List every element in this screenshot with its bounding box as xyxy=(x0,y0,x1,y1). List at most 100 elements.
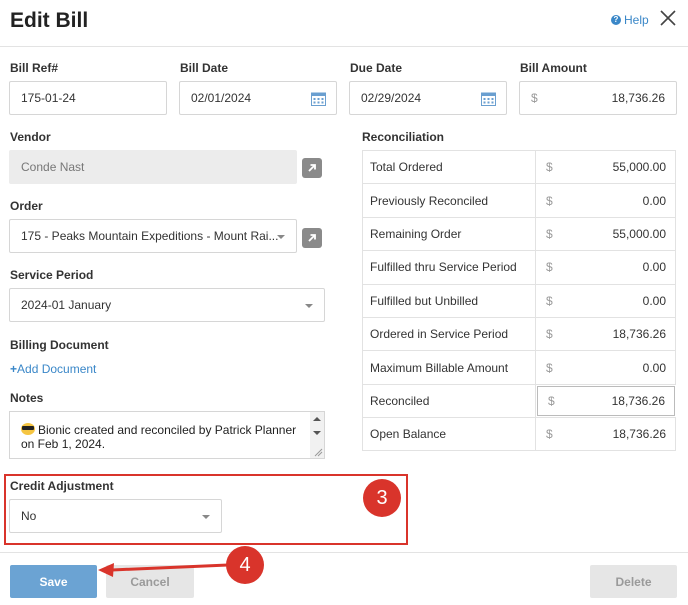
close-button[interactable] xyxy=(658,8,678,28)
sunglasses-emoji-icon xyxy=(21,423,35,435)
recon-label: Fulfilled but Unbilled xyxy=(362,284,536,317)
step-badge-4: 4 xyxy=(226,546,264,584)
page-title: Edit Bill xyxy=(10,9,89,32)
vendor-field: Conde Nast xyxy=(9,150,297,184)
bill-date-label: Bill Date xyxy=(180,61,229,75)
currency-symbol: $ xyxy=(531,91,538,105)
currency-symbol: $ xyxy=(546,260,553,275)
order-label: Order xyxy=(10,199,43,213)
table-row: Total Ordered $55,000.00 xyxy=(362,150,676,184)
recon-value: 18,736.26 xyxy=(611,393,665,408)
recon-value-cell: $18,736.26 xyxy=(536,317,676,351)
recon-value-cell: $0.00 xyxy=(536,251,676,284)
close-icon xyxy=(660,10,676,26)
external-link-icon xyxy=(308,164,316,172)
bill-ref-input[interactable]: 175-01-24 xyxy=(9,81,167,115)
recon-label: Maximum Billable Amount xyxy=(362,351,536,384)
bill-ref-label: Bill Ref# xyxy=(10,61,59,75)
currency-symbol: $ xyxy=(546,327,553,342)
add-document-link[interactable]: +Add Document xyxy=(10,362,96,376)
service-period-select[interactable]: 2024-01 January xyxy=(9,288,325,322)
bill-amount-value: 18,736.26 xyxy=(611,91,665,105)
calendar-icon[interactable] xyxy=(311,91,326,106)
table-row: Maximum Billable Amount $0.00 xyxy=(362,350,676,384)
recon-value: 18,736.26 xyxy=(612,327,666,342)
recon-value-cell: $18,736.26 xyxy=(536,418,676,450)
currency-symbol: $ xyxy=(546,426,553,441)
billing-document-label: Billing Document xyxy=(10,338,109,352)
notes-value: Bionic created and reconciled by Patrick… xyxy=(21,423,297,451)
due-date-label: Due Date xyxy=(350,61,403,75)
help-icon: ? xyxy=(611,15,621,25)
due-date-value: 02/29/2024 xyxy=(361,91,422,105)
currency-symbol: $ xyxy=(546,160,553,175)
vendor-label: Vendor xyxy=(10,130,51,144)
help-link[interactable]: ? Help xyxy=(611,13,649,27)
currency-symbol: $ xyxy=(546,226,553,241)
step-badge-3: 3 xyxy=(363,479,401,517)
currency-symbol: $ xyxy=(546,293,553,308)
service-period-label: Service Period xyxy=(10,268,94,282)
table-row: Remaining Order $55,000.00 xyxy=(362,216,676,251)
recon-label: Fulfilled thru Service Period xyxy=(362,251,536,284)
footer-divider xyxy=(0,552,688,553)
external-link-icon xyxy=(308,234,316,242)
resize-handle-icon[interactable] xyxy=(313,447,323,457)
currency-symbol: $ xyxy=(548,393,555,408)
header-divider xyxy=(0,46,688,47)
bill-date-input[interactable]: 02/01/2024 xyxy=(179,81,337,115)
notes-label: Notes xyxy=(10,391,44,405)
recon-value: 0.00 xyxy=(642,293,666,308)
order-select[interactable]: 175 - Peaks Mountain Expeditions - Mount… xyxy=(9,219,297,253)
recon-label: Remaining Order xyxy=(362,217,536,251)
help-label: Help xyxy=(624,13,649,27)
scroll-up-icon[interactable] xyxy=(313,417,321,421)
recon-value: 55,000.00 xyxy=(612,160,666,175)
recon-label: Total Ordered xyxy=(362,151,536,184)
reconciliation-table: Total Ordered $55,000.00 Previously Reco… xyxy=(362,150,676,451)
recon-value: 0.00 xyxy=(642,260,666,275)
service-period-value: 2024-01 January xyxy=(21,298,112,312)
currency-symbol: $ xyxy=(546,360,553,375)
recon-value: 55,000.00 xyxy=(612,226,666,241)
scroll-down-icon[interactable] xyxy=(313,431,321,435)
currency-symbol: $ xyxy=(546,193,553,208)
recon-label: Open Balance xyxy=(362,418,536,450)
calendar-icon[interactable] xyxy=(481,91,496,106)
bill-ref-value: 175-01-24 xyxy=(21,91,76,105)
annotation-highlight-box xyxy=(4,474,408,545)
vendor-open-button[interactable] xyxy=(302,158,322,178)
recon-value-cell: $55,000.00 xyxy=(536,217,676,251)
reconciled-input[interactable]: $18,736.26 xyxy=(537,385,675,417)
table-row: Fulfilled but Unbilled $0.00 xyxy=(362,283,676,317)
recon-value-cell: $0.00 xyxy=(536,184,676,217)
save-button[interactable]: Save xyxy=(10,565,97,598)
plus-icon: + xyxy=(10,362,18,376)
reconciliation-title: Reconciliation xyxy=(362,130,445,144)
arrow-icon xyxy=(98,563,229,577)
table-row: Reconciled $18,736.26 xyxy=(362,383,676,418)
bill-date-value: 02/01/2024 xyxy=(191,91,252,105)
recon-value: 18,736.26 xyxy=(612,426,666,441)
delete-button[interactable]: Delete xyxy=(590,565,677,598)
recon-value: 0.00 xyxy=(642,193,666,208)
order-value: 175 - Peaks Mountain Expeditions - Mount… xyxy=(21,229,279,243)
notes-textarea[interactable]: Bionic created and reconciled by Patrick… xyxy=(9,411,325,459)
table-row: Previously Reconciled $0.00 xyxy=(362,183,676,217)
due-date-input[interactable]: 02/29/2024 xyxy=(349,81,507,115)
vendor-value: Conde Nast xyxy=(21,160,85,174)
order-open-button[interactable] xyxy=(302,228,322,248)
bill-amount-label: Bill Amount xyxy=(520,61,587,75)
recon-label: Reconciled xyxy=(362,384,536,418)
chevron-down-icon xyxy=(305,304,313,308)
recon-label: Previously Reconciled xyxy=(362,184,536,217)
chevron-down-icon xyxy=(277,235,285,239)
bill-amount-input[interactable]: $ 18,736.26 xyxy=(519,81,677,115)
recon-value-cell: $0.00 xyxy=(536,351,676,384)
recon-label: Ordered in Service Period xyxy=(362,317,536,351)
recon-value-cell: $0.00 xyxy=(536,284,676,317)
recon-value: 0.00 xyxy=(642,360,666,375)
recon-value-cell: $55,000.00 xyxy=(536,151,676,184)
table-row: Open Balance $18,736.26 xyxy=(362,417,676,451)
add-document-label: Add Document xyxy=(17,362,97,376)
